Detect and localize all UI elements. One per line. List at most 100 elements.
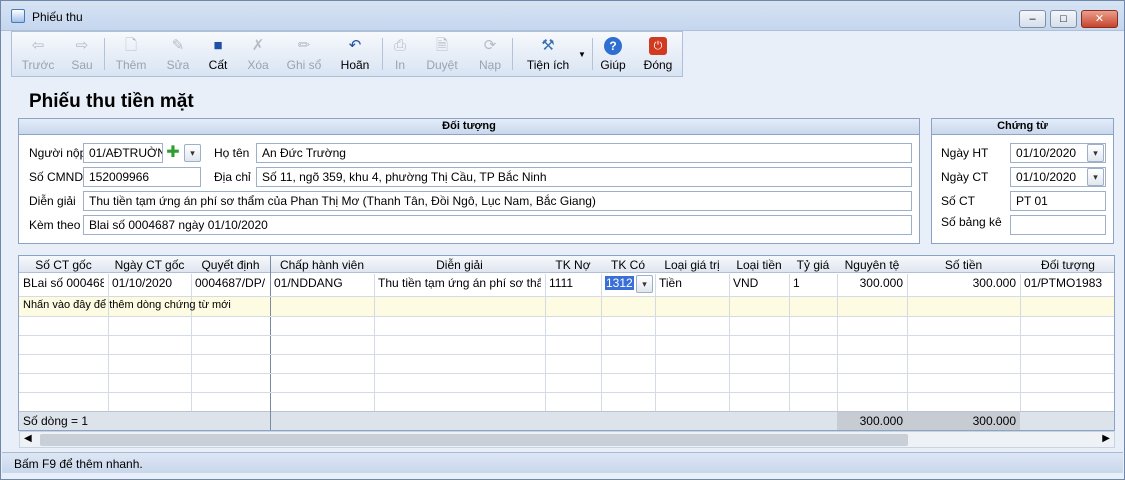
grid-column-divider [545,274,546,411]
phieu-thu-window: Phiếu thu – □ ✕ ⇦ Trước ⇨ Sau 🗋 Thêm ✎ S… [0,0,1125,480]
payer-dropdown-icon[interactable]: ▾ [184,144,201,162]
grid-column-divider [655,274,656,411]
address-field[interactable]: Số 11, ngõ 359, khu 4, phường Thị Cầu, T… [256,167,912,187]
column-header-loai-gia-tri[interactable]: Loại giá trị [657,258,727,272]
close-button[interactable]: ⏻ Đóng [638,32,678,76]
help-icon: ? [604,37,622,55]
grid-column-divider [907,274,908,411]
attachment-label: Kèm theo [29,218,81,232]
list-number-label: Số bảng kê [941,215,1002,229]
column-header-dien-giai[interactable]: Diễn giải [376,258,543,272]
column-header-nguyen-te[interactable]: Nguyên tệ [839,258,905,272]
toolbar-separator [512,38,513,70]
dropdown-arrow-icon: ▼ [578,50,586,59]
id-label: Số CMND [29,170,84,184]
scroll-left-icon[interactable]: ◀ [24,433,32,444]
cell-dien-giai[interactable]: Thu tiền tạm ứng án phí sơ thẩm [378,276,541,290]
grid-column-divider [1020,274,1021,411]
footer-so-tien: 300.000 [972,414,1016,428]
name-label: Họ tên [214,146,250,160]
list-number-field[interactable] [1010,215,1106,235]
column-header-tk-co[interactable]: TK Có [603,258,653,272]
add-payer-icon[interactable]: ✚ [164,144,182,162]
undo-icon: ↶ [348,37,362,54]
window-title: Phiếu thu [32,10,83,24]
back-button[interactable]: ⇦ Trước [18,32,58,76]
voucher-detail-grid: Số CT gốc Ngày CT gốc Quyết định Chấp hành … [18,255,1115,431]
print-button[interactable]: ⎙ In [388,32,412,76]
post-button[interactable]: ✏ Ghi sổ [282,32,326,76]
title-bar: Phiếu thu – □ ✕ [1,1,1124,31]
load-button[interactable]: ⟳ Nạp [472,32,508,76]
cell-nguyen-te[interactable]: 300.000 [841,276,903,290]
new-document-icon: 🗋 [124,37,138,54]
grid-row-divider [19,335,1114,336]
tk-co-dropdown-icon[interactable]: ▾ [636,275,653,293]
cell-quyet-dinh[interactable]: 0004687/DP/ [195,276,266,290]
grid-column-divider [837,274,838,411]
scroll-right-icon[interactable]: ▶ [1102,433,1110,444]
voucher-date-dropdown-icon[interactable]: ▾ [1087,168,1104,186]
delete-document-icon: ✗ [251,37,265,54]
cell-chap-hanh-vien[interactable]: 01/NDDANG [274,276,370,290]
voucher-number-field[interactable]: PT 01 [1010,191,1106,211]
cell-doi-tuong[interactable]: 01/PTMO1983 [1024,276,1112,290]
delete-button[interactable]: ✗ Xóa [240,32,276,76]
description-label: Diễn giải [29,194,76,208]
cell-tk-no[interactable]: 1111 [549,276,597,290]
column-header-ty-gia[interactable]: Tỷ giá [791,258,835,272]
grid-column-divider [729,274,730,411]
cell-ngay-ct-goc[interactable]: 01/10/2020 [112,276,187,290]
cell-so-ct-goc[interactable]: BLai số 000468 [23,276,104,290]
grid-column-divider [601,274,602,411]
utilities-button[interactable]: ⚒ ▼ Tiện ích [518,32,588,76]
next-button[interactable]: ⇨ Sau [64,32,100,76]
attachment-field[interactable]: Blai số 0004687 ngày 01/10/2020 [83,215,912,235]
app-icon [11,9,25,23]
voucher-number-label: Số CT [941,194,976,208]
arrow-right-icon: ⇨ [75,37,89,54]
cell-ty-gia[interactable]: 1 [793,276,833,290]
save-button[interactable]: ■ Cất [202,32,234,76]
maximize-button[interactable]: □ [1050,10,1077,28]
column-header-quyet-dinh[interactable]: Quyết định [193,258,268,272]
approve-button[interactable]: 🗎 Duyệt [420,32,464,76]
toolbar-separator [104,38,105,70]
horizontal-scrollbar[interactable]: ◀ ▶ [19,431,1115,448]
close-window-button[interactable]: ✕ [1081,10,1118,28]
cell-so-tien[interactable]: 300.000 [911,276,1016,290]
pencil-icon: ✏ [297,37,311,54]
column-header-so-ct-goc[interactable]: Số CT gốc [21,258,106,272]
column-header-loai-tien[interactable]: Loại tiền [731,258,787,272]
add-row-prompt[interactable]: Nhấn vào đây để thêm dòng chứng từ mới [23,299,231,311]
payer-field[interactable]: 01/AĐTRUỜNG [83,143,163,163]
toolbar: ⇦ Trước ⇨ Sau 🗋 Thêm ✎ Sửa ■ Cất ✗ Xóa ✏… [11,31,683,77]
approve-document-icon: 🗎 [435,37,449,54]
column-header-tk-no[interactable]: TK Nợ [547,258,599,272]
edit-button[interactable]: ✎ Sửa [158,32,198,76]
status-text: Bấm F9 để thêm nhanh. [14,457,143,471]
posting-date-dropdown-icon[interactable]: ▾ [1087,144,1104,162]
grid-column-divider [789,274,790,411]
help-button[interactable]: ? Giúp [596,32,630,76]
column-header-chap-hanh-vien[interactable]: Chấp hành viên [272,258,372,272]
object-group-title: Đối tượng [19,119,919,135]
tk-co-selected-value[interactable]: 1312 [605,276,634,290]
add-button[interactable]: 🗋 Thêm [110,32,152,76]
minimize-button[interactable]: – [1019,10,1046,28]
footer-nguyen-te: 300.000 [859,414,903,428]
cell-loai-tien[interactable]: VND [733,276,785,290]
edit-document-icon: ✎ [171,37,185,54]
column-header-doi-tuong[interactable]: Đối tượng [1022,258,1114,272]
page-title: Phiếu thu tiền mặt [29,91,194,112]
column-header-so-tien[interactable]: Số tiền [909,258,1018,272]
undo-button[interactable]: ↶ Hoãn [334,32,376,76]
column-header-ngay-ct-goc[interactable]: Ngày CT gốc [110,258,189,272]
id-field[interactable]: 152009966 [83,167,201,187]
cell-loai-gia-tri[interactable]: Tiền [659,276,725,290]
description-field[interactable]: Thu tiền tạm ứng án phí sơ thẩm của Phan… [83,191,912,211]
voucher-group-title: Chứng từ [932,119,1113,135]
scrollbar-thumb[interactable] [40,434,908,446]
name-field[interactable]: An Đức Trường [256,143,912,163]
grid-column-divider [374,274,375,411]
